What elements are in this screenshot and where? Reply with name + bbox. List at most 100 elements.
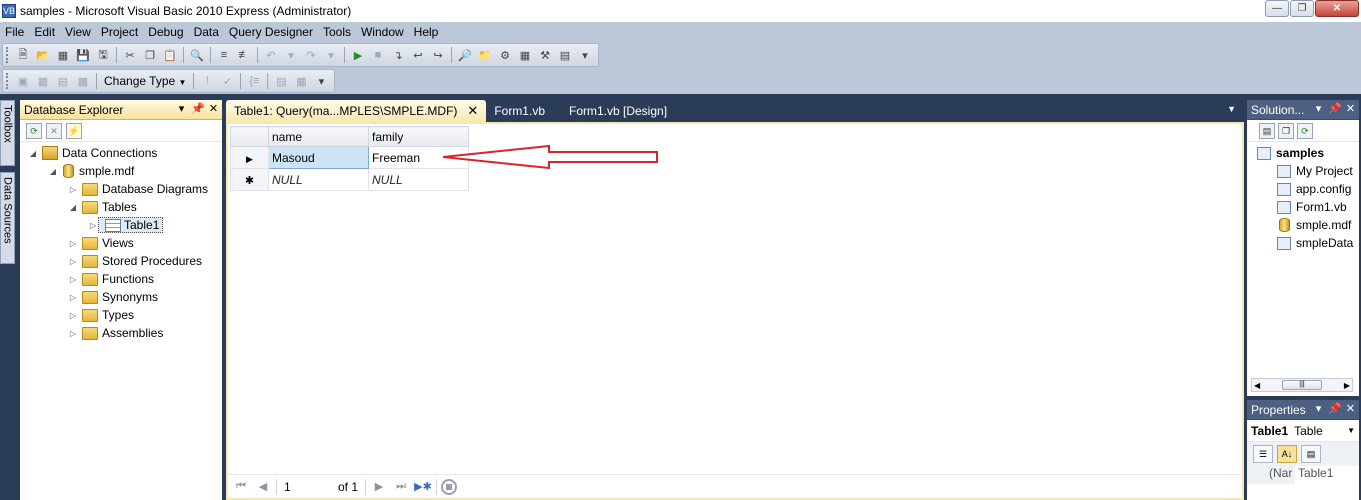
properties-window-icon[interactable]: ⚙ [495,46,515,64]
close-panel-icon[interactable]: ✕ [1344,402,1357,415]
toolbar-options-icon[interactable]: ▾ [575,46,595,64]
expand-icon[interactable]: ▷ [68,275,78,284]
close-panel-icon[interactable]: ✕ [207,102,220,115]
close-panel-icon[interactable]: ✕ [1344,102,1357,115]
group-by-icon[interactable]: {≡ [244,72,264,90]
first-record-icon[interactable]: ⏮ [232,480,250,493]
add-item-icon[interactable]: ▦ [53,46,73,64]
show-diagram-pane-icon[interactable]: ▣ [13,72,33,90]
menu-data[interactable]: Data [189,25,224,39]
refresh-icon[interactable]: ⟳ [1297,122,1313,139]
menu-debug[interactable]: Debug [143,25,188,39]
tab-form1-design[interactable]: Form1.vb [Design] [561,100,675,122]
data-sources-tab[interactable]: Data Sources [0,172,15,264]
redo-icon[interactable]: ↷ [301,46,321,64]
object-selector-dropdown[interactable]: Table1 Table ▼ [1247,420,1359,442]
tree-node-table1[interactable]: ▷ Table1 [20,216,222,234]
row-selector[interactable]: ✱ [230,168,269,191]
properties-header[interactable]: Properties ▾ 📌 ✕ [1247,400,1359,420]
open-file-icon[interactable]: 📂 [33,46,53,64]
horizontal-scrollbar[interactable]: ◀ ||| ▶ [1251,378,1353,392]
grid-cell-name[interactable]: Masoud [268,146,369,169]
step-into-icon[interactable]: ↴ [388,46,408,64]
undo-icon[interactable]: ↶ [261,46,281,64]
stop-debugging-icon[interactable]: ■ [368,46,388,64]
visual-basic-app-icon[interactable]: VB [2,4,16,18]
add-derived-table-icon[interactable]: ▦ [291,72,311,90]
save-all-icon[interactable]: 🖫 [93,46,113,64]
execute-sql-icon[interactable]: ! [197,72,217,90]
object-browser-icon[interactable]: ▦ [515,46,535,64]
start-page-icon[interactable]: ▤ [555,46,575,64]
current-record-input[interactable] [281,477,331,496]
find-in-files-icon[interactable]: 🔎 [455,46,475,64]
solution-node-my-project[interactable]: My Project [1247,162,1359,180]
menu-file[interactable]: File [0,25,29,39]
refresh-icon[interactable]: ⟳ [26,122,42,139]
step-over-icon[interactable]: ↩ [408,46,428,64]
column-header-name[interactable]: name [268,126,369,147]
active-files-dropdown-icon[interactable]: ▼ [1227,104,1236,114]
show-all-files-icon[interactable]: ❐ [1278,122,1294,139]
step-out-icon[interactable]: ↪ [428,46,448,64]
expand-icon[interactable]: ▷ [68,257,78,266]
next-record-icon[interactable]: ▶ [370,480,388,493]
solution-node-smple-mdf[interactable]: smple.mdf [1247,216,1359,234]
new-project-icon[interactable]: 🗎 [13,46,33,64]
menu-view[interactable]: View [60,25,96,39]
expand-icon[interactable]: ▷ [68,293,78,302]
stop-refresh-icon[interactable]: ✕ [46,122,62,139]
expand-icon[interactable]: ▷ [68,311,78,320]
tree-node-tables[interactable]: ◢ Tables [20,198,222,216]
close-button[interactable]: ✕ [1315,0,1359,17]
solution-node-project[interactable]: samples [1247,144,1359,162]
menu-tools[interactable]: Tools [318,25,356,39]
new-record-icon[interactable]: ▶✱ [414,480,432,493]
properties-icon[interactable]: ▤ [1259,122,1275,139]
solution-explorer-icon[interactable]: 📁 [475,46,495,64]
pin-icon[interactable]: 📌 [191,102,205,115]
toolbox-icon[interactable]: ⚒ [535,46,555,64]
toolbox-tab[interactable]: Toolbox [0,100,15,166]
toolbar-options-icon[interactable]: ▾ [311,72,331,90]
show-criteria-pane-icon[interactable]: ▦ [33,72,53,90]
close-tab-icon[interactable]: ✕ [467,103,478,119]
tab-table1-query[interactable]: Table1: Query(ma...MPLES\SMPLE.MDF) ✕ [226,100,487,122]
change-type-dropdown[interactable]: Change Type ▼ [100,74,190,88]
tree-node-data-connections[interactable]: ◢ Data Connections [20,144,222,162]
window-position-icon[interactable]: ▾ [1312,402,1325,415]
menu-window[interactable]: Window [356,25,409,39]
verify-sql-icon[interactable]: ✓ [217,72,237,90]
expand-icon[interactable]: ▷ [68,185,78,194]
solution-node-form1[interactable]: Form1.vb [1247,198,1359,216]
find-icon[interactable]: 🔍 [187,46,207,64]
previous-record-icon[interactable]: ◀ [254,480,272,493]
redo-dropdown-icon[interactable]: ▾ [321,46,341,64]
solution-node-dataset[interactable]: smpleData [1247,234,1359,252]
alphabetical-icon[interactable]: A↓ [1277,445,1297,463]
window-position-icon[interactable]: ▾ [175,102,188,115]
scrollbar-thumb[interactable]: ||| [1282,380,1322,390]
connect-to-database-icon[interactable]: ⚡ [66,122,82,139]
cut-icon[interactable]: ✂ [120,46,140,64]
database-explorer-header[interactable]: Database Explorer ▾ 📌 ✕ [20,100,222,120]
solution-node-app-config[interactable]: app.config [1247,180,1359,198]
menu-query-designer[interactable]: Query Designer [224,25,318,39]
menu-project[interactable]: Project [96,25,143,39]
restore-button[interactable]: ❐ [1290,0,1314,17]
grid-cell-name[interactable]: NULL [268,168,369,191]
scroll-right-icon[interactable]: ▶ [1344,381,1350,390]
toolbar-grip[interactable] [6,47,9,63]
stop-query-icon[interactable] [441,478,458,495]
minimize-button[interactable]: — [1265,0,1289,17]
tree-node-stored-procedures[interactable]: ▷ Stored Procedures [20,252,222,270]
collapse-icon[interactable]: ◢ [68,203,78,212]
tree-node-views[interactable]: ▷ Views [20,234,222,252]
tree-node-types[interactable]: ▷ Types [20,306,222,324]
tree-node-database-diagrams[interactable]: ▷ Database Diagrams [20,180,222,198]
show-results-pane-icon[interactable]: ▩ [73,72,93,90]
comment-icon[interactable]: ≡ [214,46,234,64]
menu-help[interactable]: Help [409,25,444,39]
start-debugging-icon[interactable]: ▶ [348,46,368,64]
categorized-icon[interactable]: ☰ [1253,445,1273,463]
